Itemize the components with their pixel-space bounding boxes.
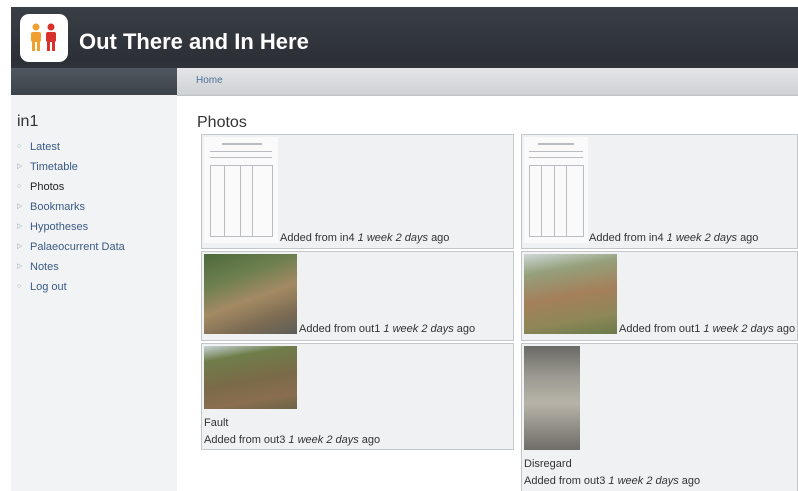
page-title: Photos <box>197 114 247 131</box>
photo-caption: Added from in4 1 week 2 days ago <box>589 232 759 244</box>
sidebar-item-latest[interactable]: ○ Latest <box>17 140 125 160</box>
breadcrumb: Home <box>177 68 798 96</box>
photo-card: Added from in4 1 week 2 days ago <box>521 134 798 249</box>
photo-caption: Added from out1 1 week 2 days ago <box>299 323 476 335</box>
circle-bullet-icon: ○ <box>17 283 22 290</box>
photo-caption: Added from out3 1 week 2 days ago <box>204 434 381 446</box>
sidebar-item-palaeocurrent-data[interactable]: ▷ Palaeocurrent Data <box>17 240 125 260</box>
sidebar-item-hypotheses[interactable]: ▷ Hypotheses <box>17 220 125 240</box>
sidebar-nav: ○ Latest ▷ Timetable ○ Photos ▷ Bookmarks ▷ H… <box>17 140 125 300</box>
header-sidebar-strip <box>11 68 177 95</box>
photo-caption: Added from out3 1 week 2 days ago <box>524 475 701 487</box>
sidebar-title: in1 <box>17 113 39 130</box>
breadcrumb-home-link[interactable]: Home <box>196 75 223 86</box>
photo-thumbnail[interactable] <box>524 254 617 334</box>
photo-label: Fault <box>204 417 229 429</box>
photo-card: Added from in4 1 week 2 days ago <box>201 134 514 249</box>
sidebar-item-log-out[interactable]: ○ Log out <box>17 280 125 300</box>
sidebar-item-photos[interactable]: ○ Photos <box>17 180 125 200</box>
photo-card: Fault Added from out3 1 week 2 days ago <box>201 343 514 450</box>
photo-card: Added from out1 1 week 2 days ago <box>201 251 514 341</box>
photo-card: Disregard Added from out3 1 week 2 days … <box>521 343 798 491</box>
photo-thumbnail[interactable] <box>524 137 588 243</box>
circle-bullet-icon: ○ <box>17 183 22 190</box>
circle-bullet-icon: ○ <box>17 143 22 150</box>
triangle-bullet-icon: ▷ <box>17 203 23 210</box>
sidebar-item-bookmarks[interactable]: ▷ Bookmarks <box>17 200 125 220</box>
photo-caption: Added from in4 1 week 2 days ago <box>280 232 450 244</box>
triangle-bullet-icon: ▷ <box>17 243 23 250</box>
photo-thumbnail[interactable] <box>204 254 297 334</box>
sidebar-item-timetable[interactable]: ▷ Timetable <box>17 160 125 180</box>
sidebar: in1 ○ Latest ▷ Timetable ○ Photos ▷ Bookmark… <box>11 95 177 491</box>
photo-label: Disregard <box>524 458 572 470</box>
triangle-bullet-icon: ▷ <box>17 163 23 170</box>
photo-thumbnail[interactable] <box>204 346 297 409</box>
site-title[interactable]: Out There and In Here <box>79 29 309 55</box>
photo-caption: Added from out1 1 week 2 days ago <box>619 323 796 335</box>
triangle-bullet-icon: ▷ <box>17 223 23 230</box>
photo-card: Added from out1 1 week 2 days ago <box>521 251 798 341</box>
photo-thumbnail[interactable] <box>524 346 580 450</box>
photo-thumbnail[interactable] <box>204 137 278 243</box>
two-people-icon[interactable] <box>20 14 68 62</box>
triangle-bullet-icon: ▷ <box>17 263 23 270</box>
sidebar-item-notes[interactable]: ▷ Notes <box>17 260 125 280</box>
